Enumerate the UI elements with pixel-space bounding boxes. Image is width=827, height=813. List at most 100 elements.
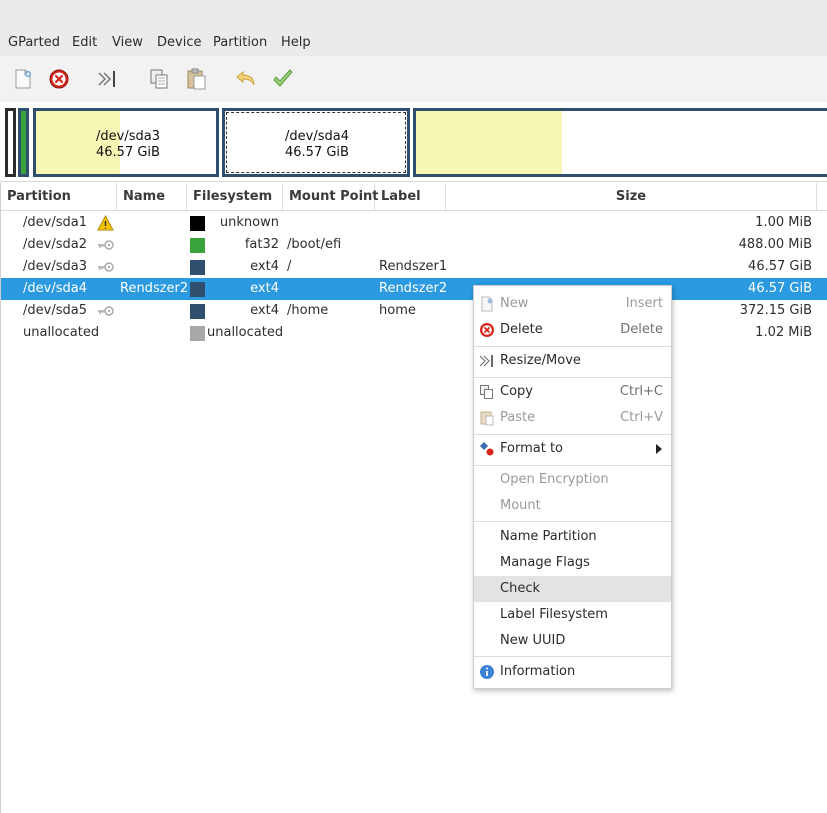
filesystem-color-swatch xyxy=(190,326,205,341)
cell-size: 1.00 MiB xyxy=(755,215,812,230)
menu-edit[interactable]: Edit xyxy=(72,35,97,50)
column-header-mount-point[interactable]: Mount Point xyxy=(283,183,379,211)
delete-icon[interactable] xyxy=(47,67,71,91)
menu-item-manage-flags[interactable]: Manage Flags xyxy=(474,550,671,576)
table-row[interactable]: /dev/sda1 unknown 1.00 MiB xyxy=(1,212,827,234)
table-row[interactable]: /dev/sda2 fat32 /boot/efi 488.00 MiB xyxy=(1,234,827,256)
menu-help[interactable]: Help xyxy=(281,35,311,50)
column-header-label[interactable]: Label xyxy=(375,183,446,211)
menu-bar: GParted Edit View Device Partition Help xyxy=(0,30,827,56)
disk-segment-sda5[interactable] xyxy=(413,108,827,177)
cell-filesystem: ext4 xyxy=(250,281,279,296)
menu-item-shortcut: Ctrl+V xyxy=(620,410,663,425)
delete-icon xyxy=(479,322,495,338)
menu-item-format-to[interactable]: Format to xyxy=(474,436,671,462)
resize-move-icon xyxy=(479,353,495,369)
menu-item-shortcut: Ctrl+C xyxy=(619,384,663,399)
apply-icon[interactable] xyxy=(271,67,295,91)
column-header-partition[interactable]: Partition xyxy=(1,183,117,211)
menu-separator xyxy=(474,377,671,378)
paste-icon xyxy=(479,410,495,426)
table-row[interactable]: /dev/sda3 ext4 / Rendszer1 46.57 GiB xyxy=(1,256,827,278)
cell-filesystem: ext4 xyxy=(250,259,279,274)
table-row-selected[interactable]: /dev/sda4 Rendszer2 ext4 Rendszer2 46.57… xyxy=(1,278,827,300)
cell-partition: /dev/sda3 xyxy=(23,259,87,274)
title-bar xyxy=(0,0,827,30)
filesystem-color-swatch xyxy=(190,282,205,297)
menu-item-label-filesystem[interactable]: Label Filesystem xyxy=(474,602,671,628)
menu-item-label: Label Filesystem xyxy=(500,607,608,622)
submenu-arrow-icon xyxy=(656,444,662,454)
filesystem-color-swatch xyxy=(190,216,205,231)
menu-item-new-uuid[interactable]: New UUID xyxy=(474,628,671,654)
menu-gparted[interactable]: GParted xyxy=(8,35,60,50)
segment-label: /dev/sda4 46.57 GiB xyxy=(285,129,349,161)
menu-item-label: Format to xyxy=(500,441,563,456)
menu-item-label: New xyxy=(500,296,529,311)
menu-view[interactable]: View xyxy=(112,35,143,50)
menu-separator xyxy=(474,434,671,435)
filesystem-color-swatch xyxy=(190,238,205,253)
key-icon xyxy=(97,303,114,319)
menu-separator xyxy=(474,656,671,657)
menu-item-label: Copy xyxy=(500,384,533,399)
menu-item-open-encryption[interactable]: Open Encryption xyxy=(474,467,671,493)
menu-item-label: Check xyxy=(500,581,540,596)
menu-item-check[interactable]: Check xyxy=(474,576,671,602)
menu-item-label: Mount xyxy=(500,498,541,513)
menu-item-name-partition[interactable]: Name Partition xyxy=(474,524,671,550)
menu-separator xyxy=(474,521,671,522)
warning-icon xyxy=(97,215,114,231)
menu-separator xyxy=(474,346,671,347)
menu-item-copy[interactable]: Copy Ctrl+C xyxy=(474,379,671,405)
segment-name: /dev/sda4 xyxy=(285,129,349,144)
column-header-name[interactable]: Name xyxy=(117,183,187,211)
cell-partition: /dev/sda5 xyxy=(23,303,87,318)
segment-name: /dev/sda3 xyxy=(96,129,160,144)
disk-map: /dev/sda3 46.57 GiB /dev/sda4 46.57 GiB xyxy=(0,102,827,182)
filesystem-color-swatch xyxy=(190,304,205,319)
cell-partition: /dev/sda4 xyxy=(23,281,87,296)
table-row[interactable]: unallocated unallocated 1.02 MiB xyxy=(1,322,827,344)
column-header-size[interactable]: Size xyxy=(446,183,817,211)
table-header: Partition Name Filesystem Mount Point La… xyxy=(1,183,827,211)
disk-segment-sda1[interactable] xyxy=(5,108,16,177)
cell-mount-point: / xyxy=(287,259,292,274)
menu-item-label: Paste xyxy=(500,410,536,425)
table-row[interactable]: /dev/sda5 ext4 /home home 372.15 GiB xyxy=(1,300,827,322)
menu-item-label: Resize/Move xyxy=(500,353,581,368)
copy-icon[interactable] xyxy=(147,67,171,91)
cell-partition: /dev/sda1 xyxy=(23,215,87,230)
menu-item-label: Open Encryption xyxy=(500,472,609,487)
used-space xyxy=(416,111,562,174)
menu-item-resize-move[interactable]: Resize/Move xyxy=(474,348,671,374)
segment-size: 46.57 GiB xyxy=(285,145,349,160)
disk-segment-sda2[interactable] xyxy=(18,108,29,177)
menu-item-paste[interactable]: Paste Ctrl+V xyxy=(474,405,671,431)
used-space xyxy=(21,111,26,174)
segment-size: 46.57 GiB xyxy=(96,145,160,160)
column-header-filesystem[interactable]: Filesystem xyxy=(187,183,283,211)
cell-label: home xyxy=(379,303,416,318)
format-icon xyxy=(479,441,495,457)
menu-item-label: New UUID xyxy=(500,633,566,648)
segment-label: /dev/sda3 46.57 GiB xyxy=(96,129,160,161)
context-menu: New Insert Delete Delete Resize/Move Cop… xyxy=(473,285,672,689)
key-icon xyxy=(97,259,114,275)
disk-segment-sda4[interactable]: /dev/sda4 46.57 GiB xyxy=(222,108,410,177)
menu-separator xyxy=(474,465,671,466)
cell-size: 46.57 GiB xyxy=(748,259,812,274)
undo-icon[interactable] xyxy=(234,67,258,91)
disk-segment-sda3[interactable]: /dev/sda3 46.57 GiB xyxy=(33,108,219,177)
menu-device[interactable]: Device xyxy=(157,35,201,50)
resize-move-icon[interactable] xyxy=(96,67,120,91)
key-icon xyxy=(97,237,114,253)
menu-item-new[interactable]: New Insert xyxy=(474,291,671,317)
menu-item-information[interactable]: Information xyxy=(474,659,671,685)
new-icon[interactable] xyxy=(11,67,35,91)
cell-label: Rendszer2 xyxy=(379,281,448,296)
menu-partition[interactable]: Partition xyxy=(213,35,267,50)
paste-icon[interactable] xyxy=(184,67,208,91)
menu-item-mount[interactable]: Mount xyxy=(474,493,671,519)
menu-item-delete[interactable]: Delete Delete xyxy=(474,317,671,343)
